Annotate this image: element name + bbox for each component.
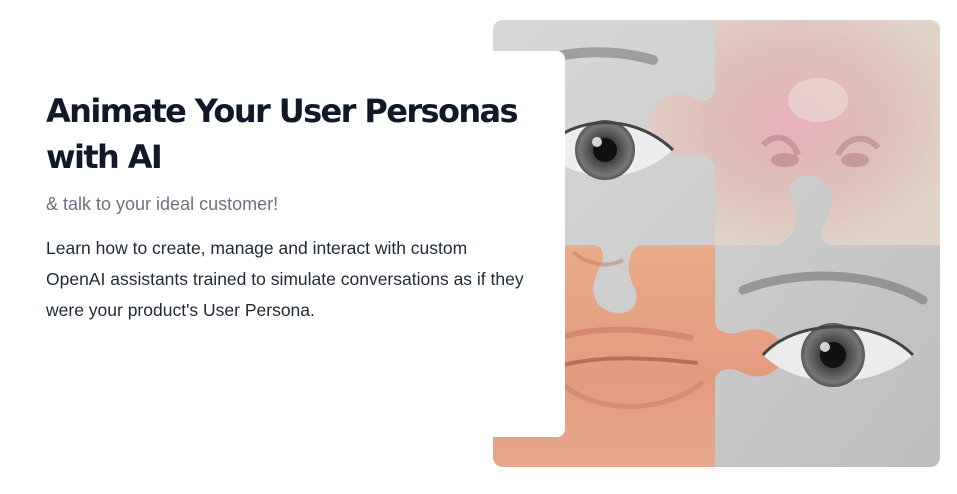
hero-content: Animate Your User Personas with AI & tal… [46, 88, 526, 326]
page-title: Animate Your User Personas with AI [46, 92, 519, 176]
page-subtitle: & talk to your ideal customer! [46, 194, 279, 214]
hero-description: Learn how to create, manage and interact… [46, 238, 524, 320]
